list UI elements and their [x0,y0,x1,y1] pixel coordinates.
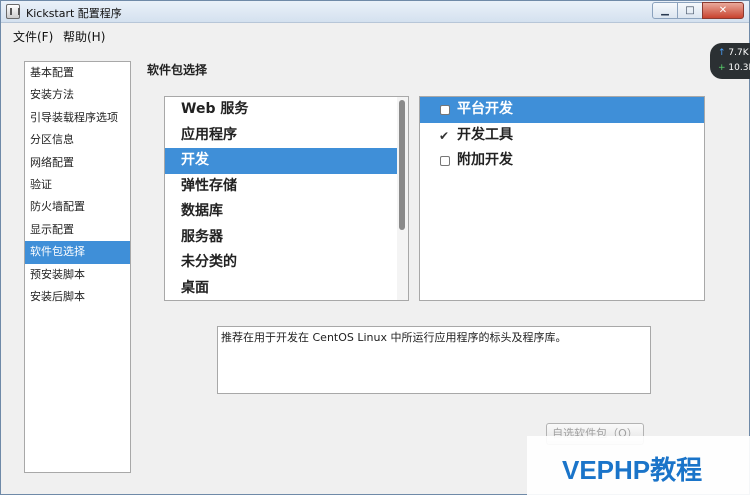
sidebar-item-display[interactable]: 显示配置 [25,219,130,241]
minimize-button[interactable]: ▁ [652,2,678,19]
package-description: 推荐在用于开发在 CentOS Linux 中所运行应用程序的标头及程序库。 [217,326,651,394]
menu-file[interactable]: 文件(F) [13,28,53,45]
window-controls: ▁ □ ✕ [652,2,744,19]
checkbox-extra-dev[interactable] [440,156,450,166]
scrollbar-thumb[interactable] [399,100,405,230]
group-item-applications[interactable]: 应用程序 [165,123,408,149]
group-item-database[interactable]: 数据库 [165,199,408,225]
sidebar-item-post-script[interactable]: 安装后脚本 [25,286,130,308]
download-speed: 10.3K [728,63,750,73]
package-label: 开发工具 [457,126,513,143]
package-list: 平台开发 开发工具 附加开发 [419,96,705,301]
group-item-development[interactable]: 开发 [165,148,408,174]
group-item-storage[interactable]: 弹性存储 [165,174,408,200]
package-item-dev-tools[interactable]: 开发工具 [420,123,704,150]
menu-help[interactable]: 帮助(H) [63,28,105,45]
network-speed-widget: ↑ 7.7K + 10.3K [710,43,750,79]
sidebar-item-partitions[interactable]: 分区信息 [25,129,130,151]
window-title: Kickstart 配置程序 [26,7,122,20]
watermark: VEPHP教程 [527,436,750,495]
package-group-list: Web 服务 应用程序 开发 弹性存储 数据库 服务器 未分类的 桌面 [164,96,409,301]
upload-speed: 7.7K [728,48,749,58]
menu-bar: 文件(F) 帮助(H) [1,24,749,46]
down-arrow-icon: + [718,63,726,73]
watermark-text: VEPHP教程 [562,455,703,485]
checkbox-platform-dev[interactable] [440,105,450,115]
group-item-web[interactable]: Web 服务 [165,97,408,123]
app-icon [6,4,20,19]
sidebar-item-bootloader[interactable]: 引导装载程序选项 [25,107,130,129]
sidebar-item-auth[interactable]: 验证 [25,174,130,196]
sidebar-item-network[interactable]: 网络配置 [25,152,130,174]
group-item-desktop[interactable]: 桌面 [165,276,408,301]
close-button[interactable]: ✕ [702,2,744,19]
sidebar-item-install-method[interactable]: 安装方法 [25,84,130,106]
package-label: 平台开发 [457,101,513,117]
group-item-servers[interactable]: 服务器 [165,225,408,251]
sidebar-item-firewall[interactable]: 防火墙配置 [25,196,130,218]
package-item-extra-dev[interactable]: 附加开发 [420,148,704,174]
group-list-scrollbar[interactable] [397,97,408,300]
package-label: 附加开发 [457,152,513,168]
sidebar-nav: 基本配置 安装方法 引导装载程序选项 分区信息 网络配置 验证 防火墙配置 显示… [24,61,131,473]
sidebar-item-basic[interactable]: 基本配置 [25,62,130,84]
title-bar[interactable]: Kickstart 配置程序 ▁ □ ✕ [1,1,749,23]
maximize-button[interactable]: □ [677,2,703,19]
download-row: + 10.3K [718,63,750,73]
sidebar-item-pre-script[interactable]: 预安装脚本 [25,264,130,286]
group-item-uncategorized[interactable]: 未分类的 [165,250,408,276]
package-item-platform-dev[interactable]: 平台开发 [420,97,704,123]
checkbox-dev-tools[interactable] [439,124,450,150]
upload-row: ↑ 7.7K [718,48,749,58]
up-arrow-icon: ↑ [718,48,726,58]
sidebar-item-packages[interactable]: 软件包选择 [25,241,130,264]
page-title: 软件包选择 [147,63,208,77]
app-window: Kickstart 配置程序 ▁ □ ✕ 文件(F) 帮助(H) 基本配置 安装… [0,0,750,495]
